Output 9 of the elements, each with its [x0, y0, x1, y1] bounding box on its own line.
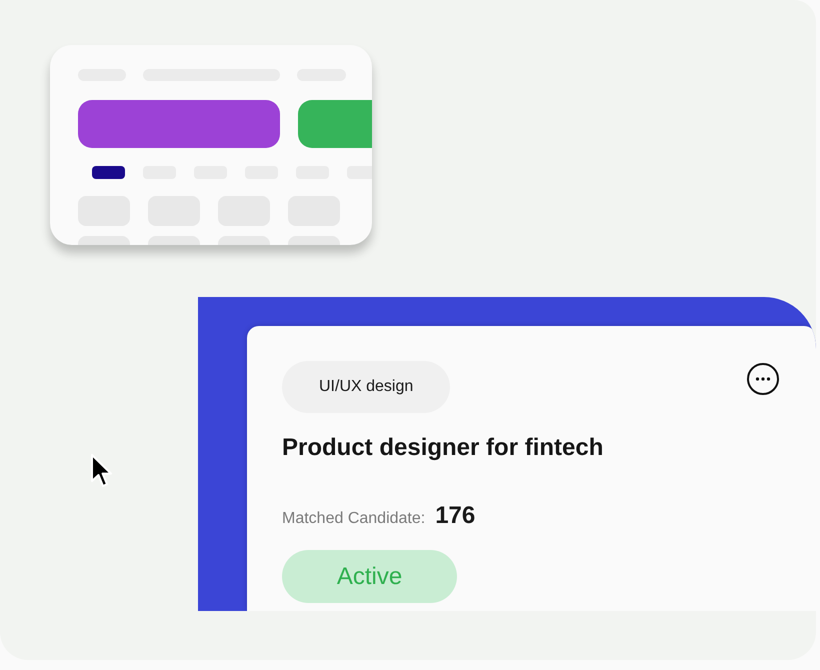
- status-badge: Active: [282, 550, 457, 603]
- category-tag: UI/UX design: [282, 361, 450, 413]
- matched-count: 176: [435, 502, 476, 530]
- cursor-icon: [91, 454, 113, 488]
- job-title: Product designer for fintech: [282, 433, 604, 463]
- more-icon[interactable]: [747, 363, 779, 395]
- active-indicator: [92, 166, 125, 179]
- matched-label: Matched Candidate:: [282, 510, 426, 528]
- skeleton-bar: [347, 166, 372, 179]
